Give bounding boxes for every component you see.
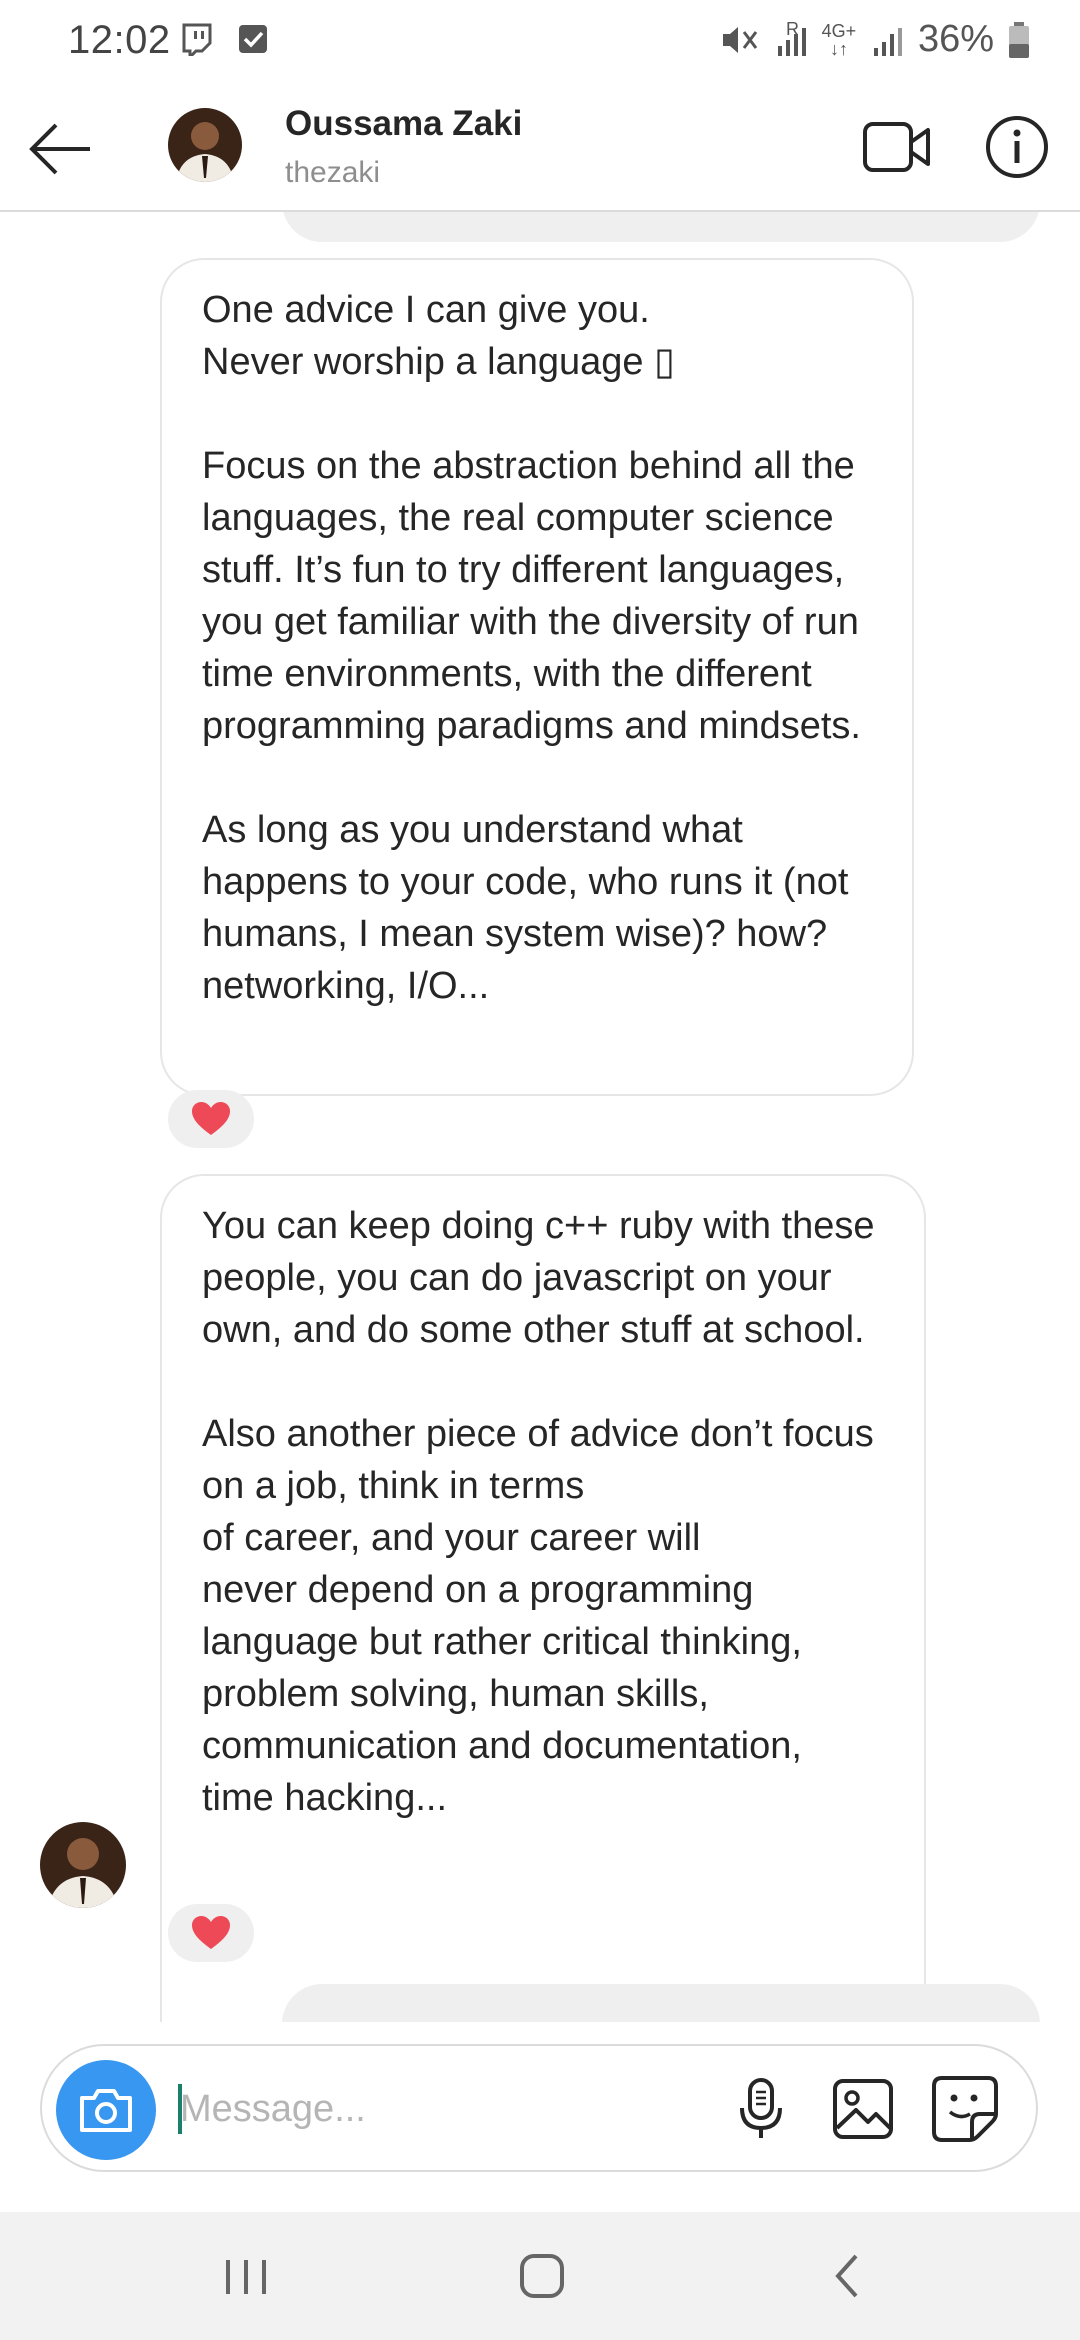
- home-icon[interactable]: [512, 2246, 572, 2306]
- avatar[interactable]: [168, 108, 242, 182]
- message-bubble-partial[interactable]: [282, 1984, 1040, 2022]
- status-time: 12:02: [68, 18, 171, 62]
- heart-reaction[interactable]: [168, 1904, 254, 1962]
- status-right: R 4G+ ↓↑ 36%: [720, 18, 1030, 61]
- notification-icons: [180, 22, 270, 56]
- chat-header: Oussama Zaki thezaki: [0, 84, 1080, 212]
- check-box-icon: [239, 25, 267, 53]
- camera-icon: [80, 2089, 132, 2132]
- roaming-indicator: R: [785, 18, 799, 39]
- system-navigation-bar: [0, 2212, 1080, 2340]
- signal-icon-2: [873, 27, 902, 56]
- data-arrows-icon: ↓↑: [829, 38, 848, 59]
- heart-reaction[interactable]: [168, 1090, 254, 1148]
- arrow-left-icon[interactable]: [26, 114, 96, 184]
- status-bar: 12:02 R 4G+ ↓↑ 36%: [0, 0, 1080, 84]
- message-bubble[interactable]: One advice I can give you. Never worship…: [160, 258, 914, 1096]
- network-indicator: 4G+ ↓↑: [821, 20, 857, 59]
- camera-button[interactable]: [56, 2060, 156, 2160]
- heart-icon: [192, 1916, 230, 1949]
- text-cursor: [178, 2084, 182, 2134]
- video-camera-icon[interactable]: [862, 114, 932, 180]
- message-list[interactable]: One advice I can give you. Never worship…: [0, 212, 1080, 2022]
- message-bubble[interactable]: You can keep doing c++ ruby with these p…: [160, 1174, 926, 2022]
- heart-icon: [192, 1102, 230, 1135]
- message-input[interactable]: [180, 2070, 720, 2148]
- message-bubble-partial[interactable]: [282, 212, 1040, 242]
- sticker-icon[interactable]: [930, 2074, 1000, 2144]
- network-type: 4G+: [821, 20, 857, 41]
- contact-name[interactable]: Oussama Zaki: [285, 104, 522, 144]
- contact-username[interactable]: thezaki: [285, 156, 380, 190]
- back-icon[interactable]: [818, 2246, 878, 2306]
- recent-apps-icon[interactable]: [216, 2246, 276, 2306]
- info-icon[interactable]: [984, 114, 1050, 180]
- microphone-icon[interactable]: [728, 2076, 794, 2142]
- battery-percent: 36%: [917, 18, 994, 60]
- battery-icon: [1009, 21, 1029, 58]
- signal-icon: R: [774, 18, 808, 58]
- sender-avatar[interactable]: [40, 1822, 126, 1908]
- image-icon[interactable]: [830, 2076, 896, 2142]
- twitch-icon: [182, 23, 212, 56]
- mute-icon: [722, 26, 758, 53]
- message-composer: [40, 2044, 1038, 2172]
